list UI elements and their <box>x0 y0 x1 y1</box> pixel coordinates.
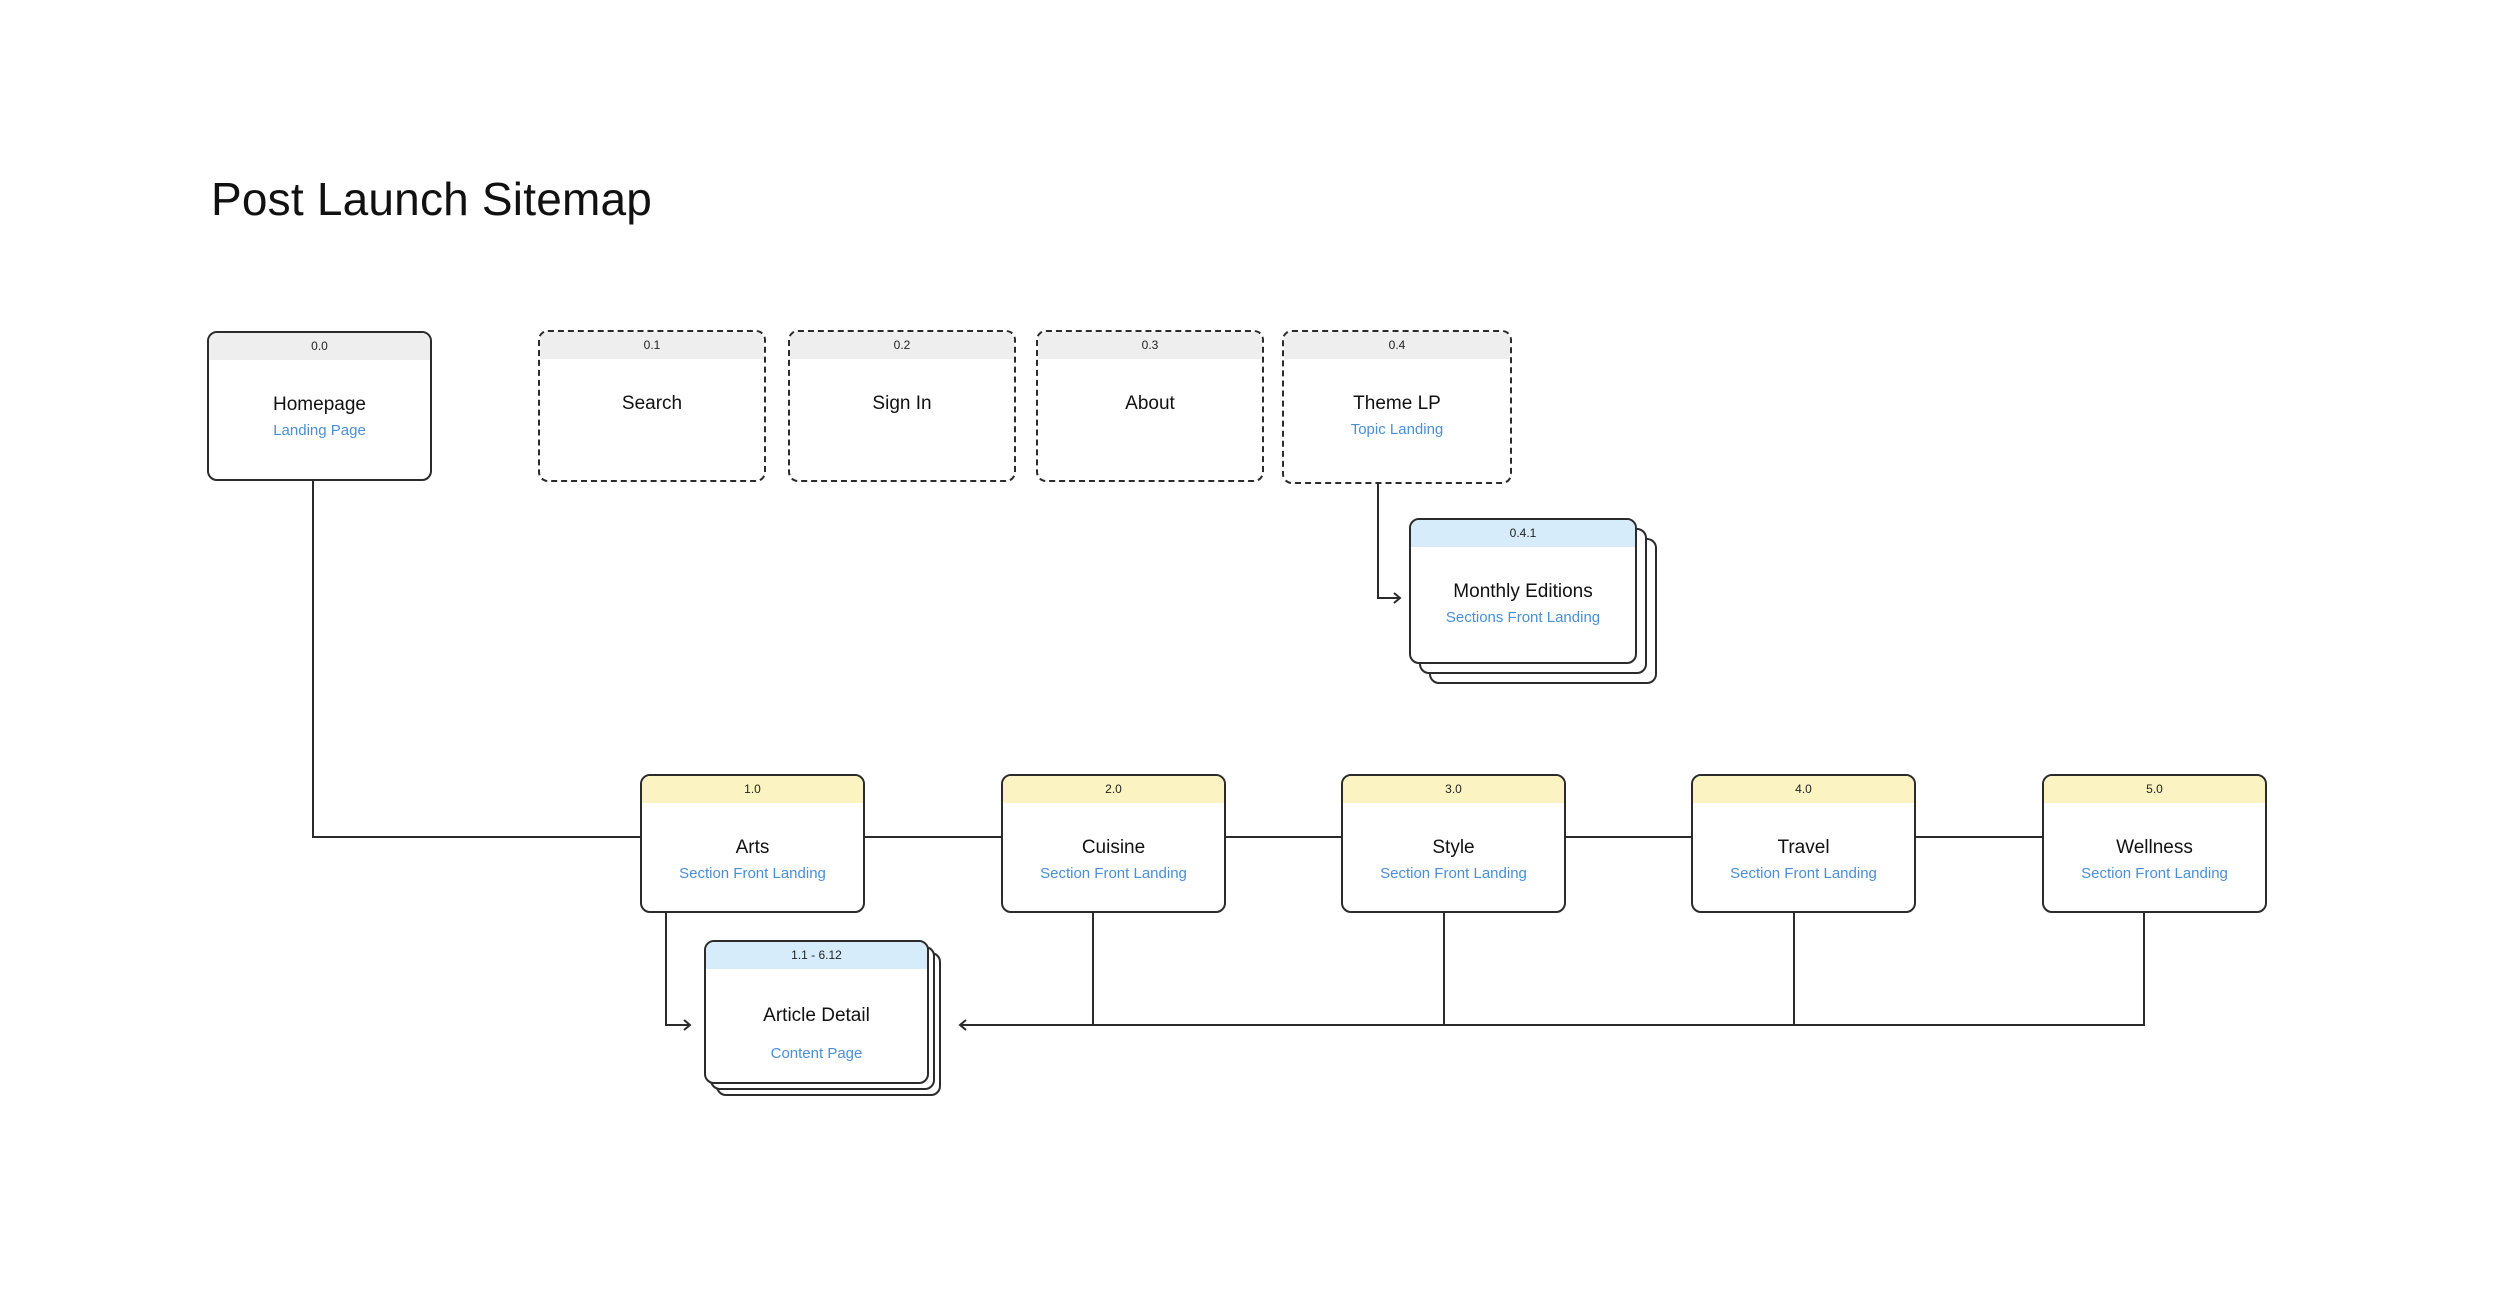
node-cuisine[interactable]: 2.0 Cuisine Section Front Landing <box>1001 774 1226 913</box>
node-id: 0.2 <box>790 332 1014 359</box>
node-id: 4.0 <box>1693 776 1914 803</box>
node-id: 1.1 - 6.12 <box>706 942 927 969</box>
node-id: 0.4 <box>1284 332 1510 359</box>
node-travel[interactable]: 4.0 Travel Section Front Landing <box>1691 774 1916 913</box>
node-name: Arts <box>735 837 770 858</box>
node-name: Article Detail <box>763 1005 870 1026</box>
node-wellness[interactable]: 5.0 Wellness Section Front Landing <box>2042 774 2267 913</box>
node-subtitle: Section Front Landing <box>679 865 826 882</box>
node-name: Search <box>621 393 683 414</box>
node-id: 0.4.1 <box>1411 520 1635 547</box>
connector-layer <box>312 481 2145 1031</box>
node-name: Theme LP <box>1353 393 1441 414</box>
node-article-detail[interactable]: 1.1 - 6.12 Article Detail Content Page <box>704 940 929 1084</box>
node-name: Cuisine <box>1081 837 1146 858</box>
connector-theme-to-monthly <box>1377 484 1400 599</box>
node-subtitle: Sections Front Landing <box>1445 609 1601 626</box>
connector-arts-to-article <box>665 913 690 1026</box>
node-id: 5.0 <box>2044 776 2265 803</box>
node-name: Wellness <box>2116 837 2193 858</box>
node-id: 1.0 <box>642 776 863 803</box>
node-search[interactable]: 0.1 Search <box>538 330 766 482</box>
node-subtitle: Section Front Landing <box>1730 865 1877 882</box>
node-name: Style <box>1432 837 1475 858</box>
node-name: Monthly Editions <box>1453 581 1593 602</box>
node-subtitle: Content Page <box>770 1045 863 1062</box>
node-id: 0.3 <box>1038 332 1262 359</box>
node-id: 0.0 <box>209 333 430 360</box>
node-name: Homepage <box>273 394 366 415</box>
node-id: 3.0 <box>1343 776 1564 803</box>
node-name: About <box>1125 393 1175 414</box>
node-name: Travel <box>1777 837 1830 858</box>
node-subtitle: Section Front Landing <box>1040 865 1187 882</box>
node-sign-in[interactable]: 0.2 Sign In <box>788 330 1016 482</box>
node-monthly-editions[interactable]: 0.4.1 Monthly Editions Sections Front La… <box>1409 518 1637 664</box>
node-theme-lp[interactable]: 0.4 Theme LP Topic Landing <box>1282 330 1512 484</box>
node-homepage[interactable]: 0.0 Homepage Landing Page <box>207 331 432 481</box>
node-id: 2.0 <box>1003 776 1224 803</box>
node-subtitle: Topic Landing <box>1350 421 1444 438</box>
node-subtitle: Section Front Landing <box>1380 865 1527 882</box>
node-id: 0.1 <box>540 332 764 359</box>
node-subtitle: Landing Page <box>273 422 366 439</box>
connector-sections-bus <box>960 913 2145 1026</box>
node-arts[interactable]: 1.0 Arts Section Front Landing <box>640 774 865 913</box>
node-name: Sign In <box>872 393 932 414</box>
node-style[interactable]: 3.0 Style Section Front Landing <box>1341 774 1566 913</box>
node-about[interactable]: 0.3 About <box>1036 330 1264 482</box>
node-subtitle: Section Front Landing <box>2081 865 2228 882</box>
connector-homepage-to-sections <box>312 481 640 838</box>
